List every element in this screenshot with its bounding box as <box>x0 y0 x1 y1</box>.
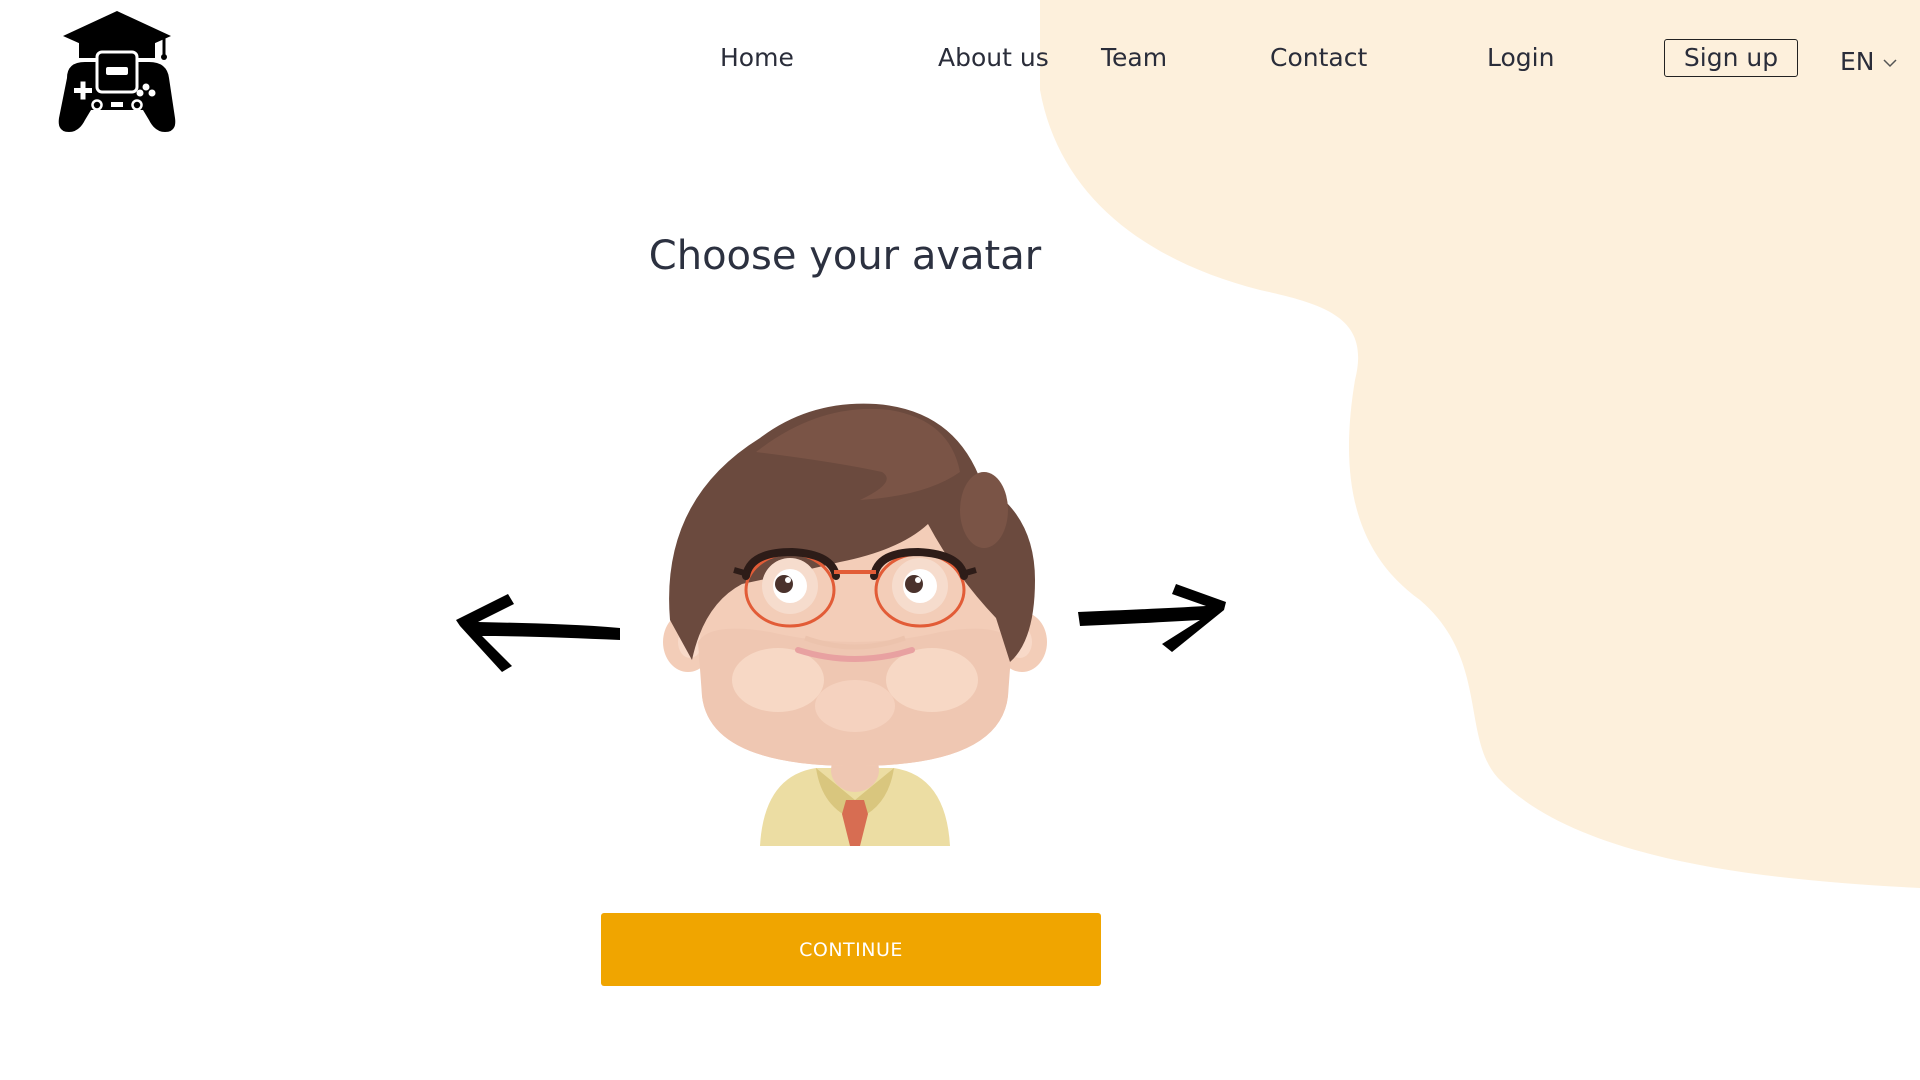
avatar-image <box>663 403 1047 846</box>
arrow-right-icon[interactable] <box>1076 582 1228 654</box>
nav-login-link[interactable]: Login <box>1487 40 1554 76</box>
nav-team-link[interactable]: Team <box>1101 40 1167 76</box>
signup-button[interactable]: Sign up <box>1664 39 1798 77</box>
nav-about-link[interactable]: About us <box>938 40 1049 76</box>
chevron-down-icon <box>1882 59 1897 68</box>
page-title: Choose your avatar <box>648 233 1042 279</box>
continue-button[interactable]: CONTINUE <box>601 913 1101 986</box>
language-label: EN <box>1840 47 1875 76</box>
language-selector[interactable]: EN <box>1840 44 1897 80</box>
nav-home-link[interactable]: Home <box>720 40 794 76</box>
arrow-left-icon[interactable] <box>454 590 630 676</box>
top-nav: Home About us Team Contact Login <box>0 40 1920 80</box>
nav-contact-link[interactable]: Contact <box>1270 40 1367 76</box>
